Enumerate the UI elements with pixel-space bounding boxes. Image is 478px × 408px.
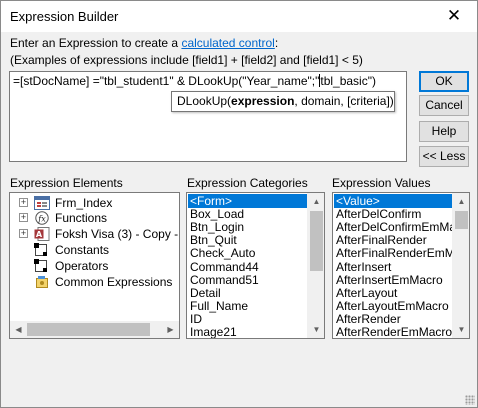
window-title: Expression Builder [10, 9, 119, 24]
svg-text:fx: fx [37, 215, 46, 224]
expression-after-caret: tbl_basic") [320, 74, 376, 88]
category-list-item[interactable]: Command51 [188, 273, 307, 287]
category-list-item[interactable]: Check_Auto [188, 246, 307, 260]
help-button[interactable]: Help [419, 121, 469, 142]
function-signature-tooltip: DLookUp(expression, domain, [criteria]) [171, 91, 395, 112]
expand-plus-icon[interactable]: + [19, 198, 28, 207]
expression-categories-list[interactable]: <Form> Box_Load Btn_Login Btn_Quit Check_Aut… [186, 192, 325, 339]
value-list-item[interactable]: AfterFinalRender [334, 233, 452, 247]
scroll-thumb[interactable] [310, 211, 323, 271]
category-list-item[interactable]: <Form> [188, 194, 307, 208]
tree-item-label: Functions [55, 211, 108, 225]
value-list-item[interactable]: AfterInsert [334, 260, 452, 274]
scroll-left-icon[interactable]: ◀ [10, 321, 27, 338]
svg-text:A: A [36, 230, 43, 239]
value-list-item[interactable]: AfterFinalRenderEmMacro [334, 246, 469, 260]
close-icon[interactable]: ✕ [431, 1, 477, 32]
database-icon: A [34, 227, 50, 241]
values-vertical-scrollbar[interactable]: ▲ ▼ [452, 193, 469, 338]
category-list-item[interactable]: Image21 [188, 325, 307, 338]
tree-item-frm-index[interactable]: + Frm_Index [10, 195, 179, 211]
less-button[interactable]: << Less [419, 146, 469, 167]
category-list-item[interactable]: Btn_Login [188, 220, 307, 234]
scroll-up-icon[interactable]: ▲ [453, 193, 469, 210]
expression-values-label: Expression Values [332, 176, 431, 190]
value-list-item[interactable]: <Value> [334, 194, 452, 208]
expression-editor[interactable]: =[stDocName] ="tbl_student1" & DLookUp("… [9, 71, 407, 162]
tree-item-operators[interactable]: Operators [10, 258, 179, 274]
tooltip-current-arg: expression [231, 94, 295, 108]
examples-text: (Examples of expressions include [field1… [10, 53, 363, 67]
expression-text[interactable]: =[stDocName] ="tbl_student1" & DLookUp("… [13, 74, 376, 88]
expression-elements-tree[interactable]: + Frm_Index + fx Functions + A Foksh Vis… [9, 192, 180, 339]
expression-categories-label: Expression Categories [187, 176, 308, 190]
scroll-down-icon[interactable]: ▼ [308, 321, 324, 338]
constants-icon [34, 243, 50, 257]
tree-item-constants[interactable]: Constants [10, 242, 179, 258]
value-list-item[interactable]: AfterRender [334, 312, 452, 326]
tree-item-label: Frm_Index [55, 196, 113, 210]
tree-item-label: Foksh Visa (3) - Copy - Cop [55, 227, 179, 241]
expression-builder-window: Expression Builder ✕ Enter an Expression… [0, 0, 478, 408]
tree-item-label: Operators [55, 259, 109, 273]
tooltip-rest: , domain, [criteria]) [294, 94, 394, 108]
instruction-text: Enter an Expression to create a [10, 36, 182, 50]
tree-item-database[interactable]: + A Foksh Visa (3) - Copy - Cop [10, 226, 179, 242]
expand-plus-icon[interactable]: + [19, 213, 28, 222]
category-list-item[interactable]: Detail [188, 286, 307, 300]
elements-horizontal-scrollbar[interactable]: ◀ ▶ [10, 321, 179, 338]
scroll-up-icon[interactable]: ▲ [308, 193, 324, 210]
form-icon [34, 196, 50, 210]
resize-grip[interactable] [465, 395, 475, 405]
category-list-item[interactable]: ID [188, 312, 307, 326]
expression-before-caret: =[stDocName] ="tbl_student1" & DLookUp("… [13, 74, 320, 88]
value-list-item[interactable]: AfterLayoutEmMacro [334, 299, 452, 313]
tree-item-label: Common Expressions [55, 275, 173, 289]
category-list-item[interactable]: Btn_Quit [188, 233, 307, 247]
scroll-right-icon[interactable]: ▶ [162, 321, 179, 338]
expand-plus-icon[interactable]: + [19, 229, 28, 238]
instruction-line: Enter an Expression to create a calculat… [10, 36, 278, 50]
ok-button[interactable]: OK [419, 71, 469, 92]
cancel-button[interactable]: Cancel [419, 95, 469, 116]
scroll-down-icon[interactable]: ▼ [453, 321, 469, 338]
tree-item-label: Constants [55, 243, 110, 257]
operators-icon [34, 259, 50, 273]
tree-item-common-expressions[interactable]: Common Expressions [10, 274, 179, 290]
value-list-item[interactable]: AfterRenderEmMacro [334, 325, 452, 338]
value-list-item[interactable]: AfterInsertEmMacro [334, 273, 452, 287]
categories-vertical-scrollbar[interactable]: ▲ ▼ [307, 193, 324, 338]
expression-values-list[interactable]: <Value> AfterDelConfirm AfterDelConfirmEmM… [332, 192, 470, 339]
calculated-control-link[interactable]: calculated control [181, 36, 274, 50]
value-list-item[interactable]: AfterDelConfirmEmMacro [334, 220, 469, 234]
expression-elements-label: Expression Elements [10, 176, 123, 190]
category-list-item[interactable]: Full_Name [188, 299, 307, 313]
value-list-item[interactable]: AfterDelConfirm [334, 207, 452, 221]
category-list-item[interactable]: Box_Load [188, 207, 307, 221]
instruction-suffix: : [274, 36, 279, 50]
function-icon: fx [34, 211, 50, 225]
tree-item-functions[interactable]: + fx Functions [10, 210, 179, 226]
common-expressions-icon [34, 275, 50, 289]
value-list-item[interactable]: AfterLayout [334, 286, 452, 300]
title-bar[interactable]: Expression Builder ✕ [1, 1, 477, 32]
category-list-item[interactable]: Command44 [188, 260, 307, 274]
scroll-thumb[interactable] [27, 323, 150, 336]
tooltip-function: DLookUp( [177, 94, 232, 108]
scroll-thumb[interactable] [455, 211, 468, 229]
